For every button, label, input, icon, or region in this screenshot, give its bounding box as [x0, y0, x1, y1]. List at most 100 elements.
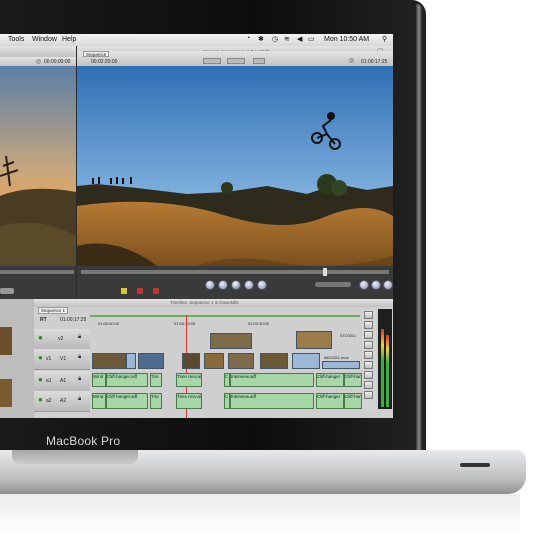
play-around-button[interactable] — [257, 280, 267, 290]
track-visibility-icon[interactable]: ● — [38, 353, 43, 362]
audio-clip[interactable]: Tires revv.aiff — [176, 373, 202, 387]
menu-item-window[interactable]: Window — [32, 36, 57, 43]
audio-clip[interactable]: Interview.aiff — [230, 373, 314, 387]
canvas-zoom-popup[interactable] — [203, 58, 221, 64]
video-clip[interactable] — [182, 353, 200, 369]
video-clip[interactable] — [292, 353, 320, 369]
ruler-label: 01:00:30:00 — [248, 321, 270, 326]
timeline-timecode[interactable]: 01:00:17:25 — [60, 317, 86, 323]
video-clip[interactable] — [210, 333, 252, 349]
replace-edit-button[interactable] — [153, 288, 159, 294]
audio-meter-right — [386, 335, 389, 407]
canvas-tab[interactable]: Sequence — [83, 51, 109, 57]
overwrite-edit-button[interactable] — [137, 288, 143, 294]
canvas-timecode[interactable]: 00:02:20:00 — [91, 59, 117, 65]
track-visibility-icon[interactable]: ● — [38, 333, 43, 342]
video-clip[interactable] — [260, 353, 288, 369]
track-audible-icon[interactable]: ● — [38, 395, 43, 404]
track-lock-icon[interactable]: 🔒︎ — [78, 376, 81, 383]
track-lock-icon[interactable]: 🔒︎ — [78, 396, 81, 403]
volume-icon[interactable]: ◀ — [297, 35, 302, 43]
audio-clip[interactable]: Cliff-hanger — [344, 393, 362, 409]
clock-status-icon[interactable]: ◔ — [246, 35, 250, 42]
menu-item-tools[interactable]: Tools — [8, 36, 24, 43]
browser-thumbnail[interactable] — [0, 327, 12, 355]
audio-clip[interactable]: Cliff-hanger.aiff — [106, 393, 148, 409]
video-clip[interactable] — [296, 331, 332, 349]
timemachine-icon[interactable]: ◷ — [272, 35, 278, 43]
rt-menu[interactable]: RT — [40, 317, 47, 323]
audio-clip[interactable]: Wind — [92, 373, 106, 387]
edit-selection-tool-icon[interactable] — [364, 321, 373, 329]
audio-clip[interactable]: Tire — [150, 393, 162, 409]
audio-meters — [378, 309, 392, 409]
razor-tool-icon[interactable] — [364, 361, 373, 369]
canvas-toolbar: Sequence 00:02:20:00 ◎ 01:00:17:25 — [77, 51, 393, 66]
canvas-right-timecode[interactable]: 01:00:17:25 — [361, 59, 387, 65]
play-in-to-out-button[interactable] — [205, 280, 215, 290]
roll-tool-icon[interactable] — [364, 341, 373, 349]
laptop-lid-notch — [12, 450, 138, 464]
viewer-timecode[interactable]: 00:00:00:00 — [44, 59, 70, 65]
video-clip-label: 68C0011.mov — [324, 355, 349, 360]
menu-item-help[interactable]: Help — [62, 36, 76, 43]
pen-tool-icon[interactable] — [364, 391, 373, 399]
add-marker-button[interactable] — [383, 280, 393, 290]
viewer-mark-button[interactable] — [0, 288, 14, 294]
audio-clip[interactable]: Tires revv.aiff — [176, 393, 202, 409]
viewer-titlebar — [0, 46, 76, 57]
canvas-overlay-popup[interactable] — [253, 58, 265, 64]
track-select-tool-icon[interactable] — [364, 331, 373, 339]
spotlight-icon[interactable]: ⚲ — [382, 35, 387, 43]
browser-thumbnail[interactable] — [0, 379, 12, 407]
audio-clip[interactable]: Cliff-hanger — [316, 373, 344, 387]
track-lock-icon[interactable]: 🔒︎ — [78, 334, 81, 341]
zoom-tool-icon[interactable] — [364, 371, 373, 379]
video-clip[interactable] — [138, 353, 164, 369]
video-clip[interactable] — [204, 353, 224, 369]
viewer-scrubber[interactable] — [0, 270, 74, 274]
timeline-titlebar: Timeline: Sequence 1 in Downhills — [34, 299, 393, 307]
laptop-lid-edge — [416, 4, 422, 452]
ruler-label: 01:00:15:00 — [174, 321, 196, 326]
laptop-brand-label: MacBook Pro — [46, 434, 121, 448]
audio-clip[interactable]: Wind — [92, 393, 106, 409]
jog-control[interactable] — [315, 282, 351, 287]
canvas-scrubber[interactable] — [81, 270, 389, 274]
video-clip[interactable] — [228, 353, 254, 369]
mark-out-button[interactable] — [371, 280, 381, 290]
next-edit-button[interactable] — [244, 280, 254, 290]
ruler-label: 01:00:00:00 — [98, 321, 120, 326]
track-header-a1: a1 A1 ● 🔒︎ — [34, 371, 90, 392]
audio-clip[interactable]: Cliff-hanger.aiff — [106, 373, 148, 387]
prev-edit-button[interactable] — [218, 280, 228, 290]
wifi-icon[interactable]: ≋ — [284, 35, 290, 43]
canvas-playhead[interactable] — [323, 268, 327, 276]
canvas-playhead-icon[interactable]: ◎ — [349, 57, 354, 64]
track-lock-icon[interactable]: 🔒︎ — [78, 354, 81, 361]
video-clip[interactable] — [126, 353, 136, 369]
battery-icon[interactable]: ▭ — [308, 35, 315, 43]
video-clip[interactable] — [322, 361, 360, 369]
audio-clip[interactable]: Interview.aiff — [230, 393, 314, 409]
laptop-shadow — [0, 494, 520, 534]
viewer-zoom-icon[interactable]: ◎ — [36, 58, 41, 65]
video-clip[interactable] — [92, 353, 126, 369]
insert-edit-button[interactable] — [121, 288, 127, 294]
selection-tool-icon[interactable] — [364, 311, 373, 319]
track-header-v1: v1 V1 ● 🔒︎ — [34, 349, 90, 370]
timeline-tab[interactable]: Sequence 1 — [38, 307, 68, 314]
canvas-view-popup[interactable] — [227, 58, 245, 64]
slip-tool-icon[interactable] — [364, 351, 373, 359]
audio-clip[interactable]: Cliff-hanger — [344, 373, 362, 387]
audio-clip[interactable]: Cliff-hanger — [316, 393, 344, 409]
mark-in-button[interactable] — [359, 280, 369, 290]
bluetooth-icon[interactable]: ✱ — [258, 35, 264, 43]
crop-tool-icon[interactable] — [364, 381, 373, 389]
track-header-v2: v2 ● 🔒︎ — [34, 329, 90, 350]
menubar-clock[interactable]: Mon 10:50 AM — [324, 36, 369, 43]
audio-clip[interactable]: Tire — [150, 373, 162, 387]
play-button[interactable] — [231, 280, 241, 290]
track-audible-icon[interactable]: ● — [38, 375, 43, 384]
video-clip-label: 07C0011 — [340, 333, 356, 338]
